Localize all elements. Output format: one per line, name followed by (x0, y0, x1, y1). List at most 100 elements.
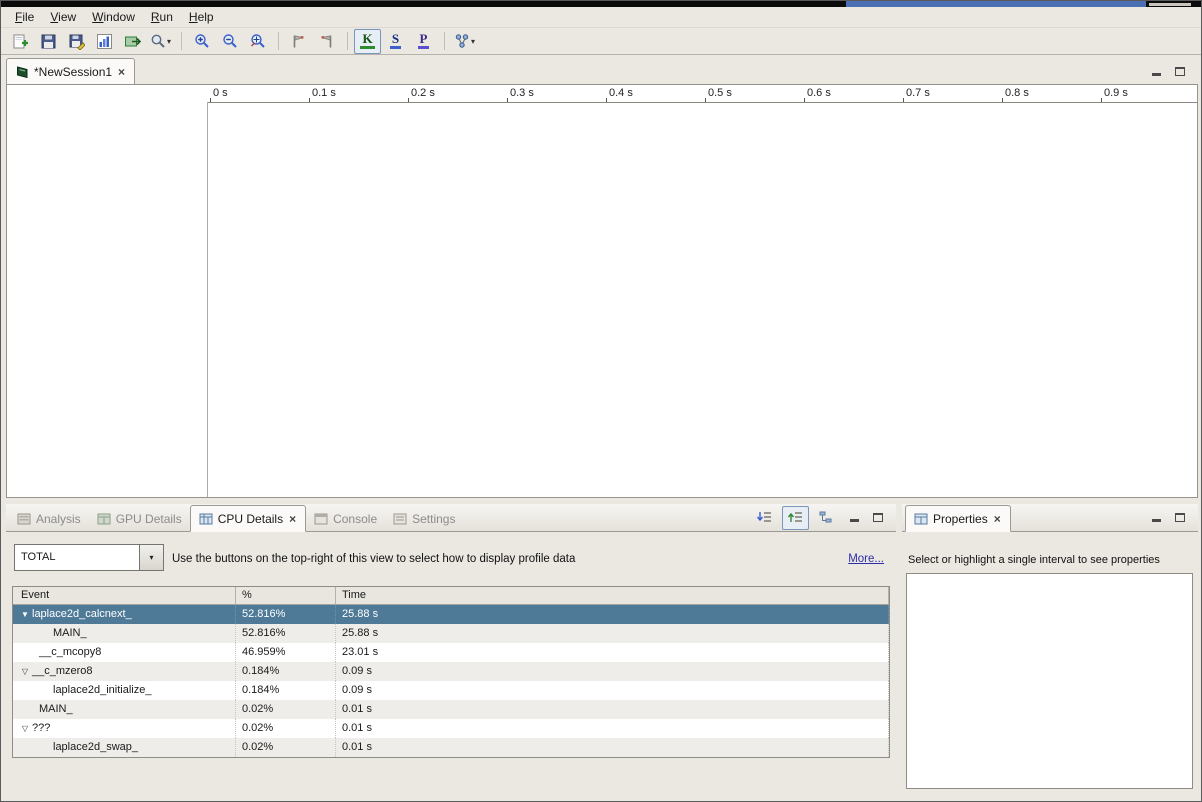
tab-cpu-details[interactable]: CPU Details × (190, 505, 306, 532)
column-header-time[interactable]: Time (336, 587, 889, 604)
ruler-tick-label: 0.9 s (1104, 87, 1128, 99)
minimize-button[interactable] (844, 509, 864, 526)
more-link[interactable]: More... (848, 553, 884, 565)
prev-marker-button[interactable] (313, 29, 340, 54)
table-header: Event % Time (13, 587, 889, 605)
column-header-event[interactable]: Event (13, 587, 236, 604)
maximize-button[interactable] (1170, 63, 1190, 80)
ruler-tick-label: 0.5 s (708, 87, 732, 99)
tab-properties[interactable]: Properties × (905, 505, 1011, 532)
save-button[interactable] (35, 29, 62, 54)
menu-run[interactable]: Run (143, 8, 181, 26)
table-row[interactable]: MAIN_ 52.816% 25.88 s (13, 624, 889, 643)
process-icon: P (418, 33, 430, 49)
nvvp-window: File View Window Run Help (0, 0, 1202, 802)
table-row[interactable]: ▽__c_mzero8 0.184% 0.09 s (13, 662, 889, 681)
zoom-in-button[interactable] (188, 29, 215, 54)
event-combo-value: TOTAL (14, 544, 140, 571)
maximize-button[interactable] (868, 509, 888, 526)
call-tree-icon (787, 510, 804, 525)
flag-forward-icon (291, 33, 306, 49)
save-as-icon (68, 33, 85, 50)
tab-settings[interactable]: Settings (385, 506, 463, 531)
timeline-row-labels-panel (7, 85, 207, 497)
table-body: ▼laplace2d_calcnext_ 52.816% 25.88 s MAI… (13, 605, 889, 757)
tab-console[interactable]: Console (306, 506, 385, 531)
timeline-divider[interactable] (207, 102, 208, 497)
chevron-down-icon: ▾ (149, 553, 153, 562)
back-trace-icon (818, 510, 835, 525)
minimize-button[interactable] (1146, 63, 1166, 80)
timeline-ruler: 0 s 0.1 s 0.2 s 0.3 s 0.4 s 0.5 s 0.6 s … (208, 85, 1197, 103)
ruler-tick-mark (309, 98, 310, 102)
expander-icon[interactable]: ▽ (18, 719, 32, 738)
menu-window[interactable]: Window (84, 8, 143, 26)
zoom-fit-button[interactable] (244, 29, 271, 54)
table-row[interactable]: ▽??? 0.02% 0.01 s (13, 719, 889, 738)
tab-session[interactable]: *NewSession1 × (6, 58, 135, 84)
timeline-area: 0 s 0.1 s 0.2 s 0.3 s 0.4 s 0.5 s 0.6 s … (6, 84, 1198, 498)
menu-view[interactable]: View (42, 8, 84, 26)
close-icon[interactable]: × (288, 512, 297, 526)
analysis-dropdown-button[interactable]: ▾ (451, 29, 478, 54)
column-header-percent[interactable]: % (236, 587, 336, 604)
editor-tabstrip: *NewSession1 × (6, 58, 1198, 84)
expander-icon[interactable]: ▽ (18, 662, 32, 681)
titlebar-window-buttons[interactable] (1149, 3, 1191, 6)
cpu-events-table: Event % Time ▼laplace2d_calcnext_ 52.816… (12, 586, 890, 758)
zoom-out-button[interactable] (216, 29, 243, 54)
details-tabstrip: Analysis GPU Details CPU Details × Conso… (6, 504, 896, 532)
zoom-fit-icon (250, 33, 266, 49)
event-time: 0.09 s (336, 681, 889, 700)
zoom-out-icon (222, 33, 238, 49)
event-time: 0.01 s (336, 738, 889, 757)
event-time: 0.01 s (336, 700, 889, 719)
back-trace-view-button[interactable] (813, 506, 840, 530)
minimize-button[interactable] (1146, 509, 1166, 526)
bar-chart-button[interactable] (91, 29, 118, 54)
tab-analysis[interactable]: Analysis (9, 506, 89, 531)
maximize-button[interactable] (1170, 509, 1190, 526)
table-row[interactable]: ▼laplace2d_calcnext_ 52.816% 25.88 s (13, 605, 889, 624)
flat-profile-view-button[interactable] (751, 506, 778, 530)
combo-dropdown-button[interactable]: ▾ (140, 544, 164, 571)
kernel-toggle-button[interactable]: K (354, 29, 381, 54)
process-toggle-button[interactable]: P (410, 29, 437, 54)
tab-gpu-details[interactable]: GPU Details (89, 506, 190, 531)
chevron-down-icon: ▾ (471, 37, 475, 46)
close-icon[interactable]: × (117, 65, 126, 79)
tab-console-label: Console (333, 512, 377, 526)
table-row[interactable]: laplace2d_swap_ 0.02% 0.01 s (13, 738, 889, 757)
analysis-tab-icon (17, 513, 31, 525)
tab-properties-label: Properties (933, 512, 988, 526)
expander-icon[interactable]: ▼ (18, 605, 32, 624)
details-panel: Analysis GPU Details CPU Details × Conso… (6, 504, 896, 798)
call-tree-view-button[interactable] (782, 506, 809, 530)
details-view-controls (751, 504, 896, 531)
new-session-button[interactable] (7, 29, 34, 54)
properties-content: Select or highlight a single interval to… (902, 532, 1198, 798)
close-icon[interactable]: × (993, 512, 1002, 526)
menubar: File View Window Run Help (1, 7, 1201, 28)
event-name: MAIN_ (53, 624, 87, 643)
table-row[interactable]: MAIN_ 0.02% 0.01 s (13, 700, 889, 719)
properties-hint-text: Select or highlight a single interval to… (908, 554, 1160, 566)
main-toolbar: ▾ K (1, 28, 1201, 55)
menu-file[interactable]: File (7, 8, 42, 26)
search-dropdown-button[interactable]: ▾ (147, 29, 174, 54)
toolbar-separator (347, 32, 348, 50)
save-as-button[interactable] (63, 29, 90, 54)
event-name: laplace2d_calcnext_ (32, 605, 132, 624)
menu-help[interactable]: Help (181, 8, 222, 26)
stream-toggle-button[interactable]: S (382, 29, 409, 54)
new-session-icon (12, 33, 29, 50)
table-row[interactable]: laplace2d_initialize_ 0.184% 0.09 s (13, 681, 889, 700)
tab-settings-label: Settings (412, 512, 455, 526)
export-button[interactable] (119, 29, 146, 54)
next-marker-button[interactable] (285, 29, 312, 54)
event-combo[interactable]: TOTAL ▾ (14, 544, 164, 571)
table-row[interactable]: __c_mcopy8 46.959% 23.01 s (13, 643, 889, 662)
properties-tabstrip: Properties × (902, 504, 1198, 532)
event-percent: 52.816% (236, 624, 336, 643)
event-name: __c_mcopy8 (39, 643, 101, 662)
